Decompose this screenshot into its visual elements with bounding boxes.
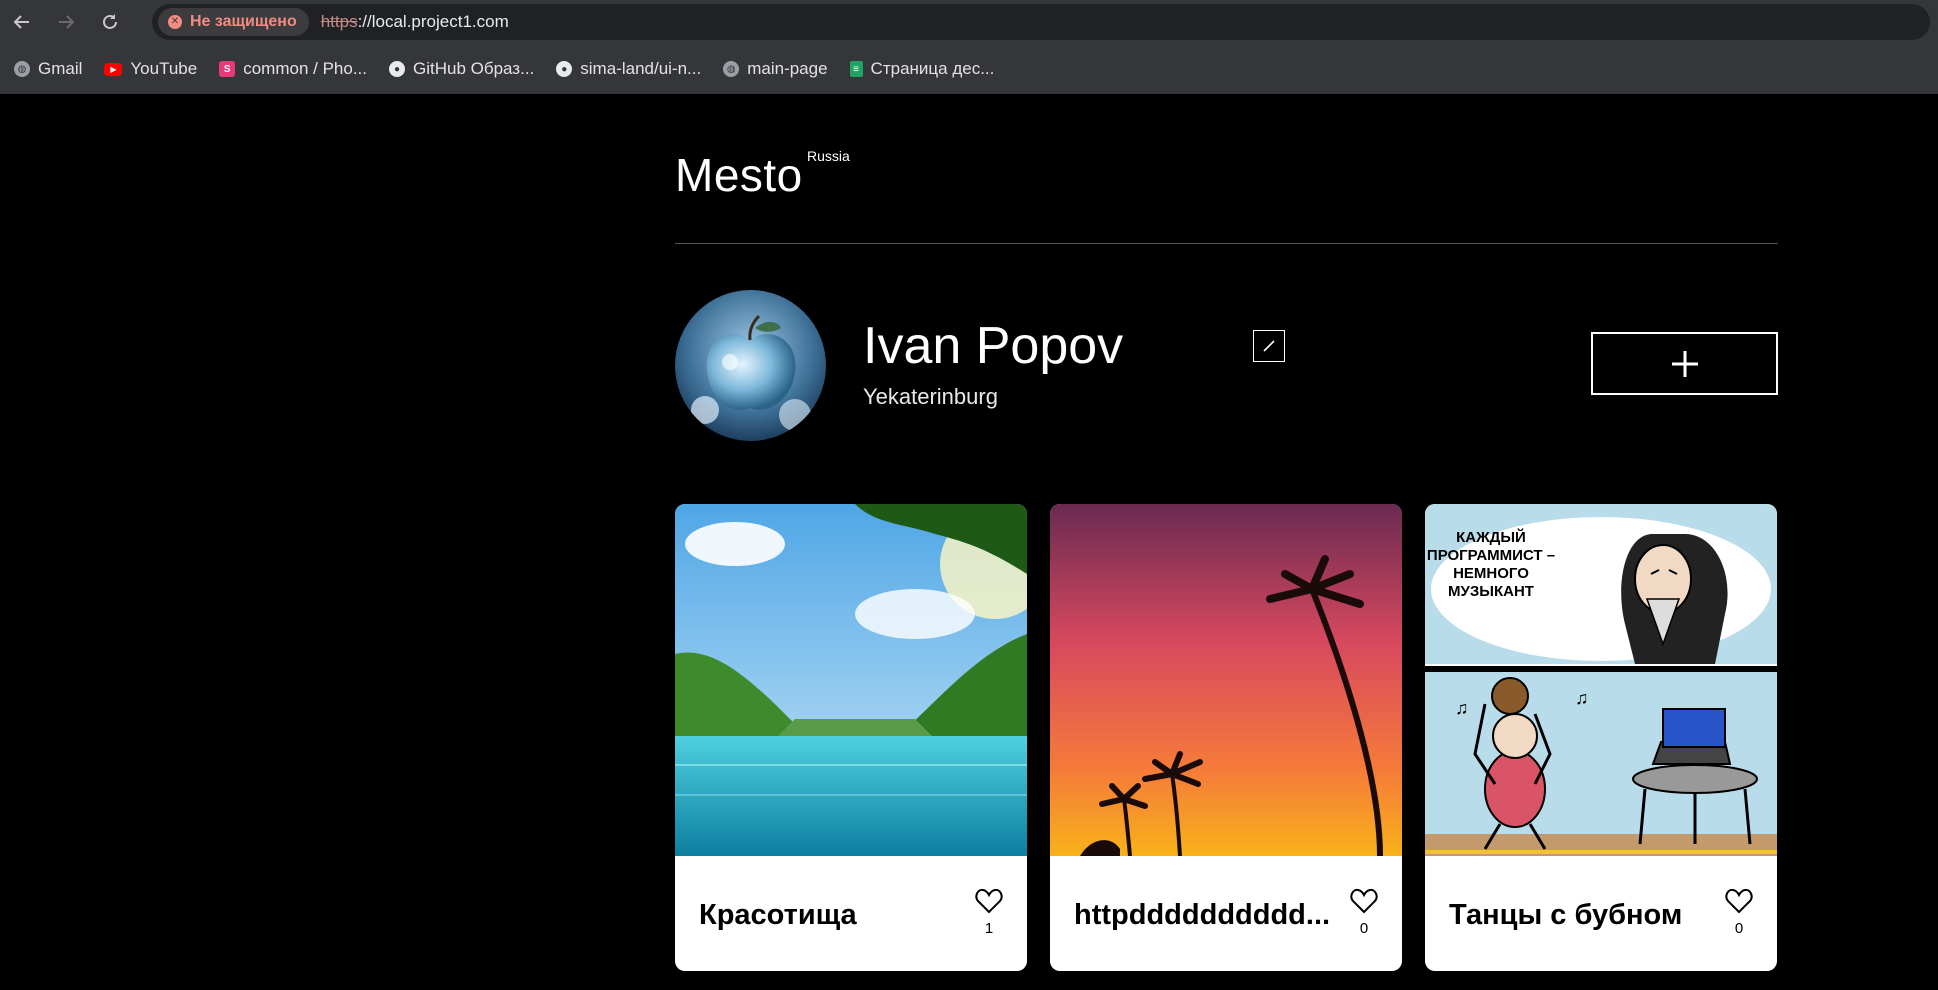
cards-grid: Красотища 1 httpdddddddddd... 0 КАЖДЫЙ П… (675, 504, 1777, 971)
card: КАЖДЫЙ ПРОГРАММИСТ – НЕМНОГО МУЗЫКАНТ ♫ … (1425, 504, 1777, 971)
pencil-icon (1263, 340, 1275, 352)
back-arrow-icon[interactable] (0, 0, 44, 44)
edit-profile-button[interactable] (1253, 330, 1285, 362)
bookmark-youtube[interactable]: ▶ YouTube (104, 59, 197, 79)
heart-icon (1725, 888, 1753, 914)
card-title: httpdddddddddd... (1074, 899, 1331, 931)
profile: Ivan Popov Yekaterinburg (675, 244, 1778, 504)
comic-text-line: КАЖДЫЙ (1456, 528, 1526, 546)
bookmark-label: GitHub Образ... (413, 59, 535, 78)
card-title: Танцы с бубном (1449, 899, 1683, 931)
like-count: 1 (984, 920, 994, 937)
heart-icon (1350, 888, 1378, 914)
url-scheme: https (320, 12, 358, 31)
bookmark-gmail[interactable]: ◍ Gmail (14, 59, 82, 79)
card-image[interactable] (675, 504, 1027, 856)
doc-icon: ≡ (849, 61, 863, 77)
card-title: Красотища (699, 899, 857, 931)
bookmark-label: Gmail (38, 59, 83, 78)
plus-icon (1671, 350, 1698, 377)
music-note-icon: ♫ (1455, 698, 1469, 718)
profile-job: Yekaterinburg (863, 384, 998, 409)
logo-superscript: Russia (807, 148, 850, 164)
card: Красотища 1 (675, 504, 1027, 971)
bookmark-doc[interactable]: ≡ Страница дес... (849, 59, 995, 79)
like-count: 0 (1359, 920, 1369, 937)
url-text[interactable]: https://local.project1.com (321, 12, 509, 32)
like-count: 0 (1734, 920, 1744, 937)
globe-icon: ◍ (14, 61, 30, 77)
heart-icon (975, 888, 1003, 914)
add-card-button[interactable] (1591, 332, 1778, 395)
reload-icon[interactable] (88, 0, 132, 44)
bookmark-label: sima-land/ui-n... (580, 59, 702, 78)
insecure-label: Не защищено (190, 13, 297, 30)
bookmark-github-2[interactable]: ● sima-land/ui-n... (556, 59, 701, 79)
page: Mesto Russia Ivan Popov Yekaterinburg Кр… (675, 94, 1778, 971)
bookmark-common[interactable]: S common / Pho... (219, 59, 367, 79)
card: httpdddddddddd... 0 (1050, 504, 1402, 971)
bookmark-label: Страница дес... (870, 59, 995, 78)
bookmarks-bar: ◍ Gmail ▶ YouTube S common / Pho... ● Gi… (0, 44, 1938, 94)
bookmark-label: common / Pho... (243, 59, 367, 78)
like-button[interactable] (1725, 888, 1753, 914)
comic-text-line: НЕМНОГО (1453, 565, 1529, 582)
github-icon: ● (389, 61, 405, 77)
card-image[interactable]: КАЖДЫЙ ПРОГРАММИСТ – НЕМНОГО МУЗЫКАНТ ♫ … (1425, 504, 1777, 856)
insecure-chip[interactable]: ✕ Не защищено (158, 8, 309, 36)
profile-name: Ivan Popov (863, 317, 1124, 375)
comic-text-line: ПРОГРАММИСТ – (1427, 547, 1555, 564)
like-button[interactable] (1350, 888, 1378, 914)
github-icon: ● (556, 61, 573, 77)
music-note-icon: ♫ (1575, 688, 1589, 708)
like-button[interactable] (975, 888, 1003, 914)
youtube-icon: ▶ (104, 62, 123, 76)
logo[interactable]: Mesto (675, 148, 803, 202)
url-rest: ://local.project1.com (357, 12, 509, 31)
comic-text-line: МУЗЫКАНТ (1448, 583, 1534, 600)
avatar[interactable] (675, 290, 826, 441)
sima-icon: S (219, 61, 236, 77)
globe-icon: ◍ (723, 61, 740, 77)
warning-icon: ✕ (168, 15, 182, 29)
bookmark-github-1[interactable]: ● GitHub Образ... (389, 59, 534, 79)
forward-arrow-icon[interactable] (44, 0, 88, 44)
bookmark-label: YouTube (130, 59, 198, 78)
address-bar[interactable]: ✕ Не защищено https://local.project1.com (152, 4, 1930, 40)
card-image[interactable] (1050, 504, 1402, 856)
bookmark-label: main-page (747, 59, 828, 78)
header: Mesto Russia (675, 94, 1778, 244)
browser-toolbar: ✕ Не защищено https://local.project1.com (0, 0, 1938, 44)
bookmark-main-page[interactable]: ◍ main-page (723, 59, 828, 79)
